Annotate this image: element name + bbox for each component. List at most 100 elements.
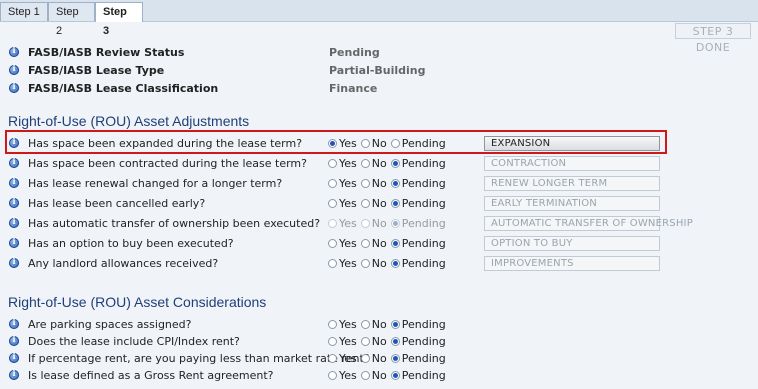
radio-label-yes: Yes	[339, 237, 357, 250]
info-icon[interactable]	[9, 176, 19, 188]
radio-label-pending: Pending	[401, 197, 446, 210]
radio-label-yes: Yes	[339, 157, 357, 170]
radio-pending[interactable]	[390, 337, 400, 346]
radio-pending[interactable]	[390, 199, 400, 208]
radio-group: Yes No Pending	[328, 237, 450, 250]
radio-label-pending: Pending	[401, 177, 446, 190]
radio-group: Yes No Pending	[328, 217, 450, 230]
radio-no[interactable]	[360, 259, 370, 268]
step-done-button[interactable]: STEP 3 DONE	[675, 23, 751, 54]
radio-label-yes: Yes	[339, 177, 357, 190]
radio-yes[interactable]	[328, 159, 337, 168]
info-icon[interactable]	[9, 156, 19, 168]
radio-yes[interactable]	[328, 179, 337, 188]
radio-label-yes: Yes	[339, 369, 357, 382]
action-button[interactable]: EARLY TERMINATION	[484, 196, 660, 211]
radio-pending[interactable]	[390, 371, 400, 380]
radio-no[interactable]	[360, 354, 370, 363]
radio-no[interactable]	[360, 159, 370, 168]
radio-label-pending: Pending	[401, 217, 446, 230]
action-button[interactable]: AUTOMATIC TRANSFER OF OWNERSHIP	[484, 216, 693, 231]
info-icon[interactable]	[9, 236, 19, 248]
radio-label-pending: Pending	[401, 257, 446, 270]
radio-group: Yes No Pending	[328, 177, 450, 190]
radio-yes[interactable]	[328, 239, 337, 248]
radio-yes[interactable]	[328, 199, 337, 208]
radio-pending[interactable]	[390, 320, 400, 329]
consideration-question: Does the lease include CPI/Index rent?	[28, 335, 240, 348]
review-status-label: FASB/IASB Review Status	[28, 46, 185, 59]
radio-label-no: No	[371, 177, 387, 190]
radio-label-pending: Pending	[401, 237, 446, 250]
radio-pending[interactable]	[390, 159, 400, 168]
radio-label-pending: Pending	[401, 318, 446, 331]
adjustment-question: Has an option to buy been executed?	[28, 237, 234, 250]
adjustment-question: Has lease renewal changed for a longer t…	[28, 177, 283, 190]
radio-label-yes: Yes	[339, 352, 357, 365]
radio-pending	[390, 219, 400, 228]
action-button[interactable]: OPTION TO BUY	[484, 236, 660, 251]
adjustments-section-title: Right-of-Use (ROU) Asset Adjustments	[8, 113, 250, 129]
radio-group: Yes No Pending	[328, 257, 450, 270]
radio-label-no: No	[371, 237, 387, 250]
radio-group: Yes No Pending	[328, 318, 450, 331]
action-button[interactable]: RENEW LONGER TERM	[484, 176, 660, 191]
info-icon[interactable]	[9, 351, 19, 363]
radio-yes	[328, 219, 337, 228]
radio-group: Yes No Pending	[328, 157, 450, 170]
info-icon[interactable]	[9, 63, 19, 75]
radio-pending[interactable]	[390, 239, 400, 248]
info-icon[interactable]	[9, 45, 19, 57]
radio-pending[interactable]	[390, 354, 400, 363]
adjustment-question: Has space been contracted during the lea…	[28, 157, 307, 170]
tab-step-3[interactable]: Step 3	[95, 2, 143, 37]
radio-pending[interactable]	[390, 259, 400, 268]
radio-no[interactable]	[360, 199, 370, 208]
radio-label-yes: Yes	[339, 335, 357, 348]
info-icon[interactable]	[9, 317, 19, 329]
adjustment-question: Has lease been cancelled early?	[28, 197, 206, 210]
consideration-question: Is lease defined as a Gross Rent agreeme…	[28, 369, 274, 382]
radio-label-pending: Pending	[401, 352, 446, 365]
radio-yes[interactable]	[328, 354, 337, 363]
radio-label-yes: Yes	[339, 318, 357, 331]
radio-yes[interactable]	[328, 371, 337, 380]
radio-label-pending: Pending	[401, 335, 446, 348]
radio-no[interactable]	[360, 371, 370, 380]
info-icon[interactable]	[9, 334, 19, 346]
adjustment-question: Any landlord allowances received?	[28, 257, 219, 270]
info-icon[interactable]	[9, 196, 19, 208]
adjustment-question: Has automatic transfer of ownership been…	[28, 217, 321, 230]
radio-no[interactable]	[360, 320, 370, 329]
lease-classification-label: FASB/IASB Lease Classification	[28, 82, 219, 95]
radio-label-no: No	[371, 318, 387, 331]
highlight-box	[5, 130, 667, 154]
radio-yes[interactable]	[328, 320, 337, 329]
radio-no[interactable]	[360, 179, 370, 188]
tab-step-2[interactable]: Step 2	[48, 2, 95, 37]
consideration-question: If percentage rent, are you paying less …	[28, 352, 370, 365]
radio-pending[interactable]	[390, 179, 400, 188]
radio-group: Yes No Pending	[328, 335, 450, 348]
radio-label-yes: Yes	[339, 197, 357, 210]
radio-yes[interactable]	[328, 259, 337, 268]
radio-no[interactable]	[360, 337, 370, 346]
radio-yes[interactable]	[328, 337, 337, 346]
radio-label-yes: Yes	[339, 257, 357, 270]
radio-no[interactable]	[360, 239, 370, 248]
info-icon[interactable]	[9, 81, 19, 93]
info-icon[interactable]	[9, 216, 19, 228]
tab-step-1[interactable]: Step 1	[0, 2, 48, 21]
radio-label-no: No	[371, 157, 387, 170]
action-button[interactable]: IMPROVEMENTS	[484, 256, 660, 271]
action-button[interactable]: CONTRACTION	[484, 156, 660, 171]
radio-group: Yes No Pending	[328, 369, 450, 382]
info-icon[interactable]	[9, 368, 19, 380]
review-status-value: Pending	[329, 46, 380, 59]
lease-classification-value: Finance	[329, 82, 378, 95]
radio-label-pending: Pending	[401, 369, 446, 382]
radio-label-pending: Pending	[401, 157, 446, 170]
radio-group: Yes No Pending	[328, 352, 450, 365]
info-icon[interactable]	[9, 256, 19, 268]
radio-label-no: No	[371, 369, 387, 382]
